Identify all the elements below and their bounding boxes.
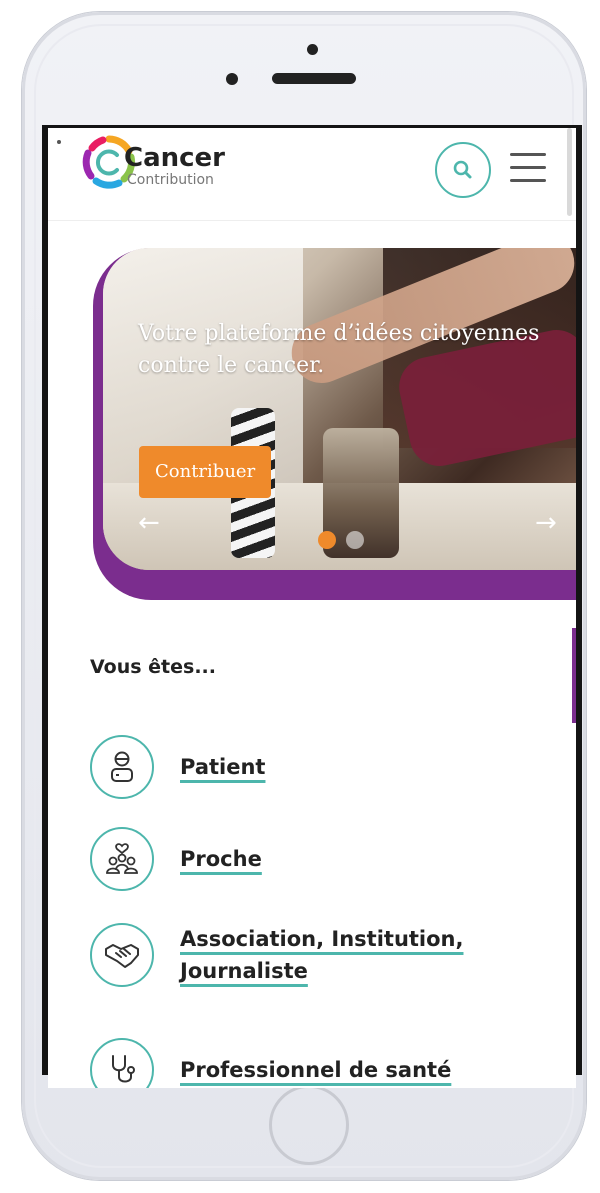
role-label-patient[interactable]: Patient xyxy=(180,751,265,783)
hamburger-menu-icon-bar xyxy=(510,153,546,156)
role-label-proche[interactable]: Proche xyxy=(180,843,262,875)
logo-subtitle: Contribution xyxy=(127,172,214,188)
section-title: Vous êtes... xyxy=(90,656,216,678)
front-sensor xyxy=(307,44,318,55)
family-icon xyxy=(90,827,154,891)
search-button[interactable] xyxy=(435,142,491,198)
hamburger-menu-icon-bar xyxy=(510,179,546,182)
scrollbar[interactable] xyxy=(567,128,572,216)
stethoscope-icon xyxy=(90,1038,154,1088)
carousel-prev-arrow-icon[interactable]: ← xyxy=(138,510,160,536)
hero-image: Votre plateforme d’idées citoyennes cont… xyxy=(103,248,576,570)
role-item-proche[interactable]: Proche xyxy=(90,827,262,891)
patient-icon xyxy=(90,735,154,799)
role-item-patient[interactable]: Patient xyxy=(90,735,265,799)
earpiece-speaker xyxy=(272,73,356,84)
role-item-professionnel[interactable]: Professionnel de santé xyxy=(90,1038,451,1088)
role-label-professionnel[interactable]: Professionnel de santé xyxy=(180,1054,451,1086)
hero-title: Votre plateforme d’idées citoyennes cont… xyxy=(138,321,540,378)
site-header: Cancer Contribution xyxy=(48,128,576,221)
home-button[interactable] xyxy=(269,1085,349,1165)
carousel-dots xyxy=(318,531,374,553)
contribute-button[interactable]: Contribuer xyxy=(139,446,272,498)
carousel-next-arrow-icon[interactable]: → xyxy=(535,510,557,536)
hamburger-menu-icon-bar xyxy=(510,166,546,169)
logo-name[interactable]: Cancer xyxy=(124,144,225,172)
hamburger-menu-button[interactable] xyxy=(510,151,548,183)
search-icon xyxy=(453,160,472,179)
carousel-dot-active[interactable] xyxy=(318,531,336,549)
front-camera xyxy=(226,73,238,85)
hero-carousel: Votre plateforme d’idées citoyennes cont… xyxy=(93,248,576,600)
phone-screen: Cancer Contribution Votre plateforme d’i xyxy=(48,128,576,1088)
role-item-association[interactable]: Association, Institution, Journaliste xyxy=(90,923,500,987)
carousel-dot[interactable] xyxy=(346,531,364,549)
side-accent xyxy=(572,628,576,723)
role-label-association[interactable]: Association, Institution, Journaliste xyxy=(180,923,500,987)
handshake-icon xyxy=(90,923,154,987)
